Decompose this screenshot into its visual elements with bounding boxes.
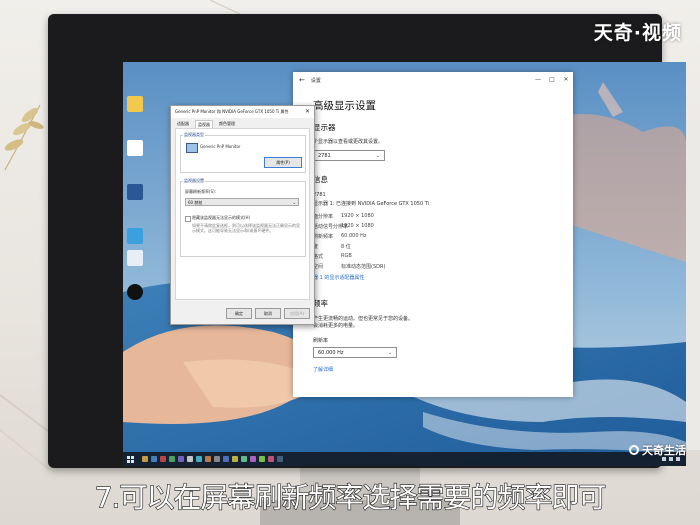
taskbar-app-icon[interactable] bbox=[178, 456, 184, 462]
monitor-icon bbox=[186, 143, 198, 153]
taskbar bbox=[123, 452, 686, 466]
minimize-button[interactable]: — bbox=[531, 72, 545, 88]
chevron-down-icon: ⌄ bbox=[375, 153, 380, 159]
hide-modes-label: 隐藏该监视器无法显示的模式(H) bbox=[192, 215, 251, 220]
qq-icon[interactable] bbox=[127, 284, 143, 300]
learn-more-link[interactable]: 了解详细 bbox=[313, 366, 333, 373]
taskbar-app-icon[interactable] bbox=[232, 456, 238, 462]
taskbar-app-icon[interactable] bbox=[241, 456, 247, 462]
pc-icon[interactable] bbox=[127, 250, 143, 266]
chevron-down-icon: ⌄ bbox=[387, 350, 392, 356]
bottom-watermark-text: 天奇生活 bbox=[642, 444, 686, 457]
refresh-rate-dropdown[interactable]: 60.000 Hz ⌄ bbox=[313, 347, 397, 358]
taskbar-app-icon[interactable] bbox=[250, 456, 256, 462]
page-title: 高级显示设置 bbox=[313, 100, 376, 112]
section-refresh: 频率 bbox=[313, 299, 328, 308]
maximize-button[interactable]: □ bbox=[545, 72, 559, 88]
bottom-watermark-logo: 天奇生活 bbox=[629, 442, 686, 458]
file-icon[interactable] bbox=[127, 140, 143, 156]
taskbar-app-icon[interactable] bbox=[259, 456, 265, 462]
start-icon[interactable] bbox=[127, 455, 134, 463]
logo-circle-icon bbox=[629, 445, 639, 455]
monitor: ← 设置 — □ ✕ 高级显示设置 显示器 个显示器以查看或更改其设置。 278… bbox=[48, 14, 686, 468]
refresh-desc-2: 会消耗更多的电量。 bbox=[313, 323, 359, 329]
hide-modes-description: 如果不清除此复选框，则可以选择该监视器无法正确显示的显示模式。这可能导致无法显示… bbox=[192, 223, 300, 233]
adapter-properties-link[interactable]: 器 1 的显示适配器属性 bbox=[313, 274, 364, 281]
settings-title: 设置 bbox=[310, 77, 321, 84]
ok-button[interactable]: 确定 bbox=[226, 308, 252, 319]
cancel-button[interactable]: 取消 bbox=[255, 308, 281, 319]
taskbar-app-icon[interactable] bbox=[268, 456, 274, 462]
settings-window: ← 设置 — □ ✕ 高级显示设置 显示器 个显示器以查看或更改其设置。 278… bbox=[293, 72, 573, 397]
folder-icon[interactable] bbox=[127, 96, 143, 112]
info-value: 1920 × 1080 bbox=[341, 223, 374, 229]
taskbar-app-icon[interactable] bbox=[169, 456, 175, 462]
choose-display-text: 个显示器以查看或更改其设置。 bbox=[313, 139, 384, 145]
hide-modes-checkbox[interactable] bbox=[185, 216, 191, 222]
network-icon[interactable] bbox=[127, 228, 143, 244]
monitor-settings-label: 监视器设置 bbox=[183, 178, 205, 184]
taskbar-app-icon[interactable] bbox=[223, 456, 229, 462]
taskbar-app-icon[interactable] bbox=[196, 456, 202, 462]
monitor-properties-dialog: Generic PnP Monitor 和 NVIDIA GeForce GTX… bbox=[170, 105, 315, 325]
apply-button[interactable]: 应用(A) bbox=[284, 308, 310, 319]
info-value: RGB bbox=[341, 253, 352, 259]
refresh-rate-select[interactable]: 60 赫兹 ⌄ bbox=[185, 198, 299, 206]
refresh-desc-1: 产生更流畅的运动。但也更常见于您的设备。 bbox=[313, 316, 414, 322]
section-display-select: 显示器 bbox=[313, 123, 336, 132]
info-key: 刷新频率 bbox=[313, 234, 334, 240]
taskbar-app-icon[interactable] bbox=[205, 456, 211, 462]
settings-titlebar: ← 设置 — □ ✕ bbox=[293, 72, 573, 88]
video-subtitle: 7.可以在屏幕刷新频率选择需要的频率即可 bbox=[94, 480, 607, 514]
close-icon[interactable]: ✕ bbox=[305, 106, 310, 118]
word-icon[interactable] bbox=[127, 184, 143, 200]
info-key: 面分辨率 bbox=[313, 214, 334, 220]
taskbar-app-icon[interactable] bbox=[214, 456, 220, 462]
taskbar-app-icon[interactable] bbox=[142, 456, 148, 462]
info-value: 8 位 bbox=[341, 244, 351, 250]
display-dropdown[interactable]: 2781 ⌄ bbox=[313, 150, 385, 161]
refresh-rate-dropdown-value: 60.000 Hz bbox=[318, 350, 344, 356]
monitor-type-label: 监视器类型 bbox=[183, 132, 205, 138]
section-info: 信息 bbox=[313, 175, 328, 184]
taskbar-app-icon[interactable] bbox=[277, 456, 283, 462]
taskbar-apps bbox=[142, 456, 283, 462]
info-value: 60.000 Hz bbox=[341, 233, 367, 239]
properties-tab-content: 监视器类型 Generic PnP Monitor 属性(P) 监视器设置 屏幕… bbox=[175, 128, 310, 300]
close-button[interactable]: ✕ bbox=[559, 72, 573, 88]
properties-button[interactable]: 属性(P) bbox=[264, 157, 302, 168]
refresh-rate-label: 屏幕刷新频率(S): bbox=[185, 189, 217, 194]
monitor-name: Generic PnP Monitor bbox=[200, 144, 241, 149]
chevron-down-icon: ⌄ bbox=[292, 200, 296, 205]
top-watermark-logo: 天奇·视频 bbox=[593, 22, 682, 44]
properties-title: Generic PnP Monitor 和 NVIDIA GeForce GTX… bbox=[175, 109, 289, 114]
taskbar-app-icon[interactable] bbox=[187, 456, 193, 462]
taskbar-app-icon[interactable] bbox=[151, 456, 157, 462]
taskbar-app-icon[interactable] bbox=[160, 456, 166, 462]
desktop-screen: ← 设置 — □ ✕ 高级显示设置 显示器 个显示器以查看或更改其设置。 278… bbox=[123, 62, 686, 466]
info-line-2: 显示器 1: 已连接到 NVIDIA GeForce GTX 1050 Ti bbox=[313, 201, 430, 207]
refresh-rate-select-value: 60 赫兹 bbox=[188, 200, 203, 205]
info-value: 标准动态范围(SDR) bbox=[341, 264, 386, 270]
display-dropdown-value: 2781 bbox=[318, 153, 331, 159]
properties-titlebar: Generic PnP Monitor 和 NVIDIA GeForce GTX… bbox=[171, 106, 314, 118]
refresh-label: 刷新率 bbox=[313, 338, 329, 344]
back-arrow-icon[interactable]: ← bbox=[299, 76, 305, 84]
info-value: 1920 × 1080 bbox=[341, 213, 374, 219]
